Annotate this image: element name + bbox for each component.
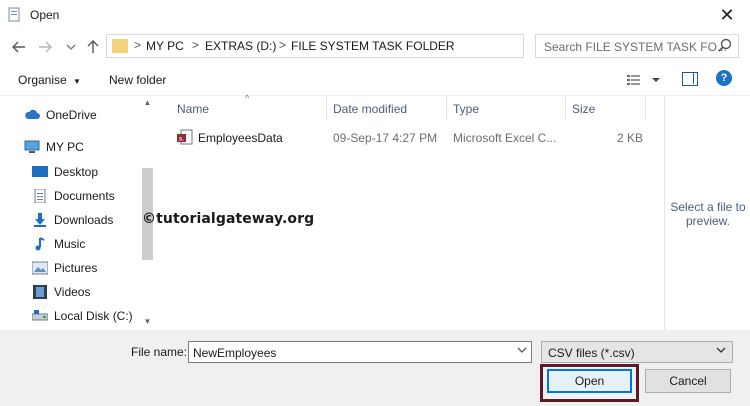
cloud-icon xyxy=(24,108,40,122)
forward-arrow-icon[interactable] xyxy=(36,38,54,56)
column-divider[interactable] xyxy=(446,96,447,120)
sidebar-item-videos[interactable]: Videos xyxy=(32,281,90,303)
file-name-field[interactable]: NewEmployees xyxy=(188,341,532,363)
file-size: 2 KB xyxy=(617,131,644,145)
file-type: Microsoft Excel C... xyxy=(453,131,557,145)
downloads-icon xyxy=(32,213,48,227)
file-type-value: CSV files (*.csv) xyxy=(548,346,635,360)
cancel-button[interactable]: Cancel xyxy=(645,369,731,393)
svg-text:a,: a, xyxy=(179,136,185,143)
sidebar-item-onedrive[interactable]: OneDrive xyxy=(24,104,97,126)
new-folder-button[interactable]: New folder xyxy=(109,73,166,87)
column-divider[interactable] xyxy=(326,96,327,120)
preview-message: Select a file to preview. xyxy=(665,200,750,228)
chevron-down-icon xyxy=(716,345,726,356)
file-name: EmployeesData xyxy=(198,131,283,145)
breadcrumb-separator: > xyxy=(134,38,142,52)
sidebar-item-local-disk[interactable]: Local Disk (C:) xyxy=(31,305,133,327)
sidebar-item-downloads[interactable]: Downloads xyxy=(32,209,113,231)
help-icon[interactable]: ? xyxy=(716,70,732,86)
preview-line-2: preview. xyxy=(685,214,731,228)
sidebar-item-label: Local Disk (C:) xyxy=(54,309,133,323)
file-type-select[interactable]: CSV files (*.csv) xyxy=(541,341,733,363)
close-icon: ✕ xyxy=(719,4,735,25)
file-name-value: NewEmployees xyxy=(193,346,277,360)
sidebar-item-label: Desktop xyxy=(54,165,99,179)
breadcrumb-separator: > xyxy=(279,38,287,52)
column-header-date[interactable]: Date modified xyxy=(333,102,407,116)
breadcrumb-my-pc[interactable]: MY PC xyxy=(146,39,184,53)
sidebar-item-pictures[interactable]: Pictures xyxy=(31,257,98,279)
dropdown-arrow-icon: ▼ xyxy=(73,77,81,86)
documents-icon xyxy=(32,188,48,204)
breadcrumb-extras[interactable]: EXTRAS (D:) xyxy=(205,39,276,53)
column-header-name[interactable]: Name xyxy=(177,102,209,116)
file-name-label: File name: xyxy=(131,345,188,359)
view-details-icon xyxy=(627,75,660,85)
search-placeholder: Search FILE SYSTEM TASK FO... xyxy=(544,40,727,54)
sidebar-item-my-pc[interactable]: MY PC xyxy=(24,136,84,158)
new-folder-label: New folder xyxy=(109,73,167,87)
search-icon[interactable] xyxy=(718,38,732,52)
organise-label: Organise xyxy=(18,73,67,87)
preview-pane-button[interactable] xyxy=(682,72,698,86)
drive-icon xyxy=(31,309,49,323)
window-title: Open xyxy=(30,8,60,22)
sidebar-item-label: Videos xyxy=(54,285,91,299)
open-button[interactable]: Open xyxy=(547,369,632,393)
preview-line-1: Select a file to xyxy=(670,200,746,214)
title-bar: Open ✕ xyxy=(0,0,750,30)
sidebar-item-desktop[interactable]: Desktop xyxy=(32,161,98,183)
file-date: 09-Sep-17 4:27 PM xyxy=(333,131,438,145)
sidebar-item-label: MY PC xyxy=(46,140,84,154)
computer-icon xyxy=(24,140,40,154)
videos-icon xyxy=(32,285,48,299)
navigation-pane: OneDrive MY PC Desktop Documents Downloa… xyxy=(0,96,156,330)
sidebar-item-label: Downloads xyxy=(54,213,114,227)
column-divider[interactable] xyxy=(565,96,566,120)
address-bar[interactable]: > MY PC > EXTRAS (D:) > FILE SYSTEM TASK… xyxy=(106,34,621,58)
breadcrumb-folder[interactable]: FILE SYSTEM TASK FOLDER xyxy=(291,39,455,53)
folder-icon xyxy=(112,39,128,53)
watermark-text: ©tutorialgateway.org xyxy=(142,211,315,227)
scroll-up-icon[interactable]: ▲ xyxy=(142,98,153,108)
column-header-type[interactable]: Type xyxy=(453,102,479,116)
sort-up-icon: ^ xyxy=(245,93,250,103)
sidebar-item-label: Pictures xyxy=(54,261,98,275)
search-input[interactable]: Search FILE SYSTEM TASK FO... xyxy=(535,34,739,58)
up-arrow-icon[interactable] xyxy=(84,38,102,56)
sidebar-item-music[interactable]: Music xyxy=(32,233,85,255)
chevron-down-icon[interactable] xyxy=(62,38,80,56)
column-header-size[interactable]: Size xyxy=(572,102,595,116)
open-dialog-icon xyxy=(8,7,20,22)
scroll-down-icon[interactable]: ▼ xyxy=(142,317,153,327)
desktop-icon xyxy=(32,165,48,179)
sidebar-item-documents[interactable]: Documents xyxy=(32,185,115,207)
change-view-button[interactable] xyxy=(626,72,662,88)
excel-csv-icon: a, xyxy=(177,129,193,145)
sidebar-item-label: Documents xyxy=(54,189,115,203)
organise-button[interactable]: Organise ▼ xyxy=(18,73,81,87)
preview-pane: Select a file to preview. xyxy=(664,96,750,330)
back-arrow-icon[interactable] xyxy=(10,38,28,56)
close-button[interactable]: ✕ xyxy=(704,0,750,30)
file-row[interactable]: a, EmployeesData 09-Sep-17 4:27 PM Micro… xyxy=(172,126,644,148)
sidebar-item-label: Music xyxy=(54,237,86,251)
pictures-icon xyxy=(31,261,49,275)
music-icon xyxy=(32,237,48,251)
breadcrumb-separator: > xyxy=(192,38,200,52)
sidebar-item-label: OneDrive xyxy=(46,108,97,122)
chevron-down-icon[interactable] xyxy=(517,345,527,356)
column-divider[interactable] xyxy=(645,96,646,120)
